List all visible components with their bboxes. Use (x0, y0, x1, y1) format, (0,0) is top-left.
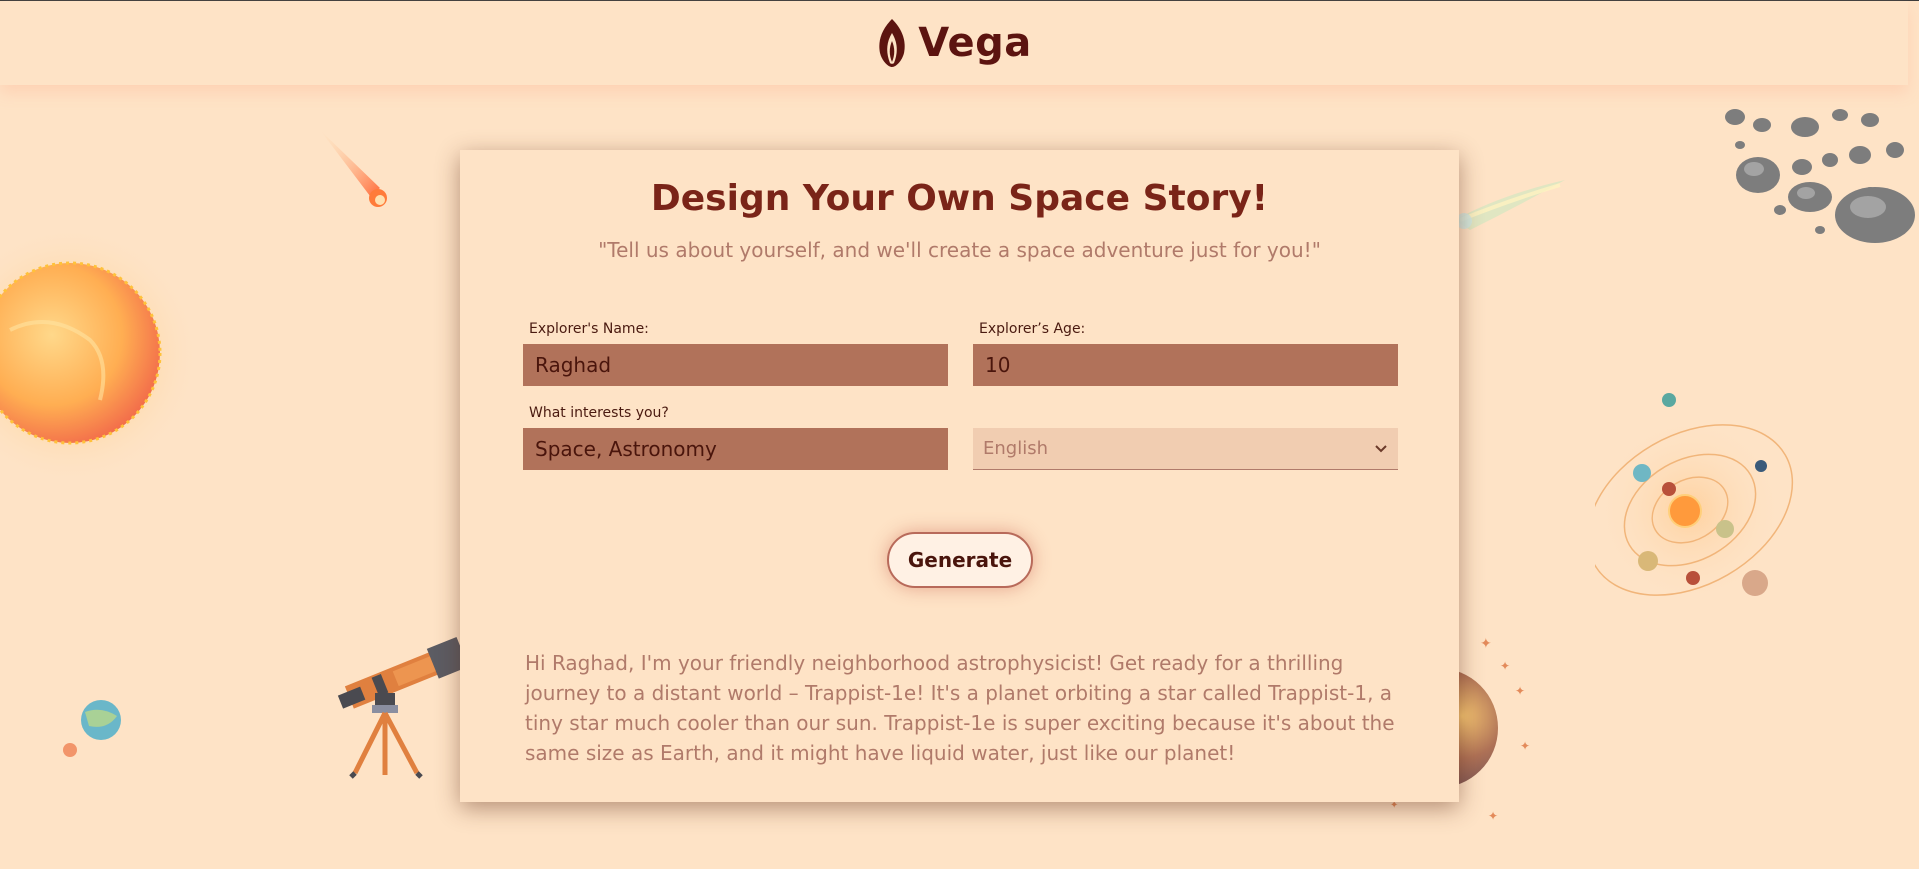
sun-illustration (0, 225, 200, 485)
interests-label: What interests you? (529, 405, 669, 421)
page-subtitle: "Tell us about yourself, and we'll creat… (598, 238, 1321, 262)
brand-logo[interactable]: Vega (876, 17, 1032, 69)
language-select[interactable]: English (973, 428, 1398, 470)
svg-text:✦: ✦ (1500, 659, 1510, 673)
comet-illustration (320, 130, 387, 207)
name-label: Explorer's Name: (529, 321, 649, 337)
name-input[interactable]: Raghad (523, 344, 948, 386)
age-label: Explorer’s Age: (979, 321, 1086, 337)
chevron-down-icon (1375, 444, 1387, 452)
story-text: Hi Raghad, I'm your friendly neighborhoo… (525, 651, 1395, 765)
asteroids-illustration (1725, 109, 1915, 243)
page-title: Design Your Own Space Story! (650, 178, 1269, 219)
svg-text:✦: ✦ (1520, 739, 1530, 753)
small-planets-illustration (63, 700, 121, 757)
generate-button[interactable]: Generate (887, 532, 1033, 588)
story-form-card: Design Your Own Space Story! "Tell us ab… (460, 150, 1459, 802)
solar-system-illustration (1595, 393, 1794, 605)
interests-input[interactable]: Space, Astronomy (523, 428, 948, 470)
header-bar: Vega (0, 1, 1908, 85)
language-select-value: English (983, 438, 1048, 459)
svg-text:✦: ✦ (1488, 809, 1498, 820)
age-input[interactable]: 10 (973, 344, 1398, 386)
flame-logo-icon (879, 19, 905, 67)
svg-text:✦: ✦ (1480, 636, 1492, 652)
brand-name: Vega (918, 20, 1032, 66)
svg-text:✦: ✦ (1515, 684, 1525, 698)
meteor-trail-illustration (1455, 180, 1565, 230)
